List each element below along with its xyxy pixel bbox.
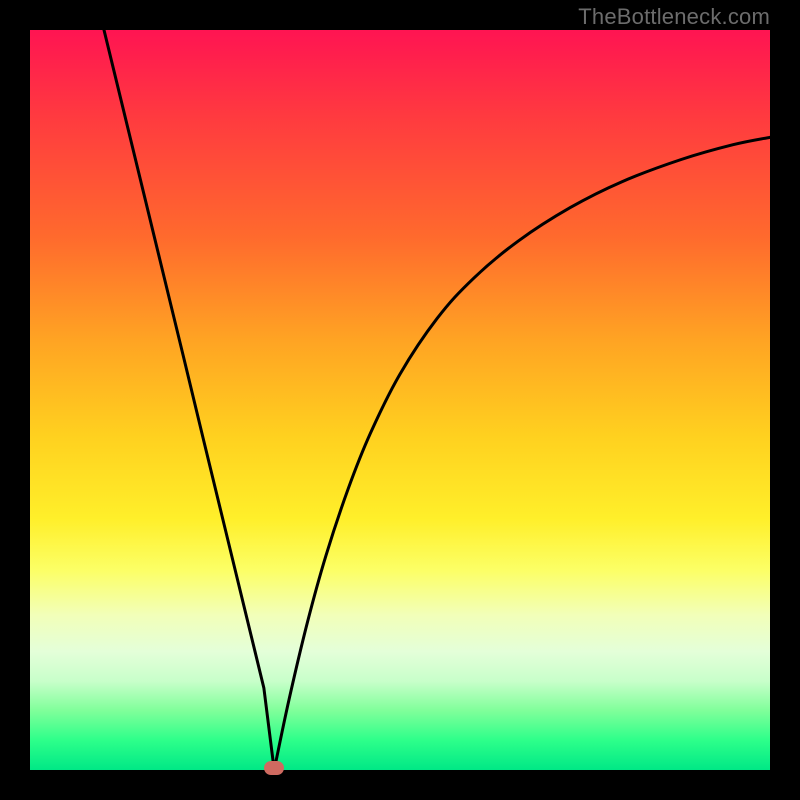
optimum-marker xyxy=(264,761,284,775)
plot-area xyxy=(30,30,770,770)
attribution-label: TheBottleneck.com xyxy=(578,4,770,30)
chart-frame: TheBottleneck.com xyxy=(0,0,800,800)
bottleneck-curve xyxy=(30,30,770,770)
